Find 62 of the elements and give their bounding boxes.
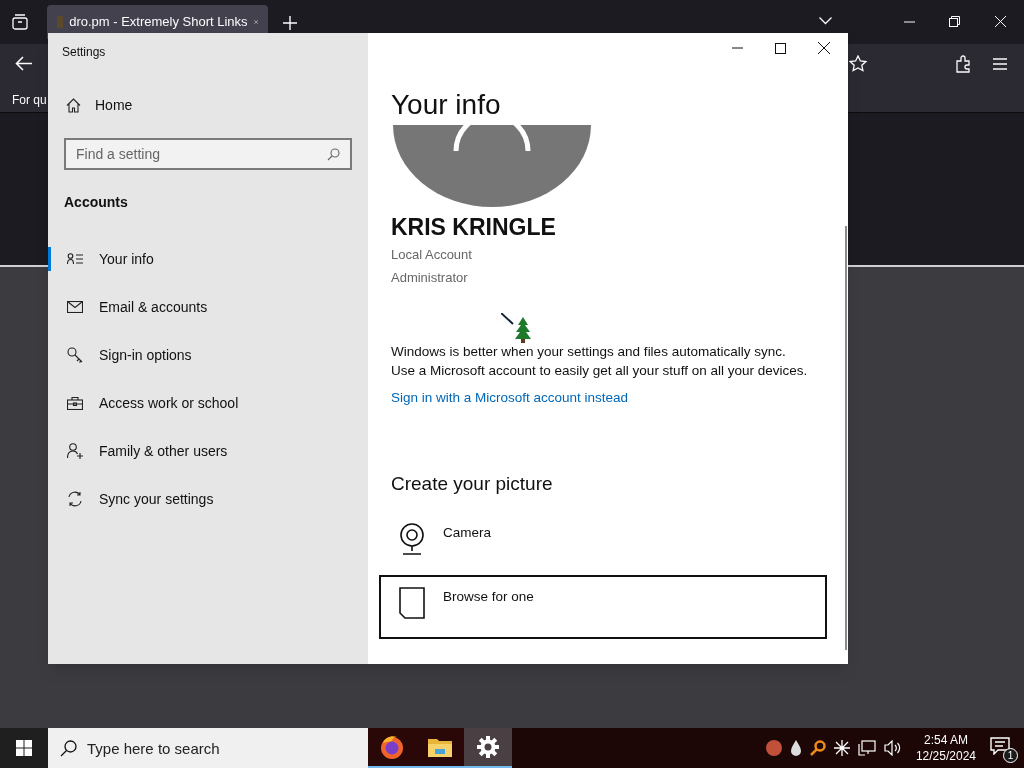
- key-icon: [67, 347, 83, 363]
- favicon-icon: [57, 16, 64, 28]
- tree-cursor-icon: [501, 313, 533, 343]
- file-icon: [399, 586, 425, 619]
- bookmark-link[interactable]: For qu: [12, 91, 47, 109]
- notification-count: 1: [1003, 748, 1018, 763]
- windows-logo-icon[interactable]: [16, 740, 32, 756]
- search-icon: [60, 740, 77, 757]
- taskbar-app[interactable]: [368, 728, 416, 768]
- home-nav-item[interactable]: Home: [66, 95, 368, 116]
- home-icon: [66, 98, 81, 113]
- picture-option[interactable]: Browse for one: [379, 574, 827, 639]
- webcam-icon: [397, 522, 427, 555]
- window-title: Settings: [62, 44, 107, 61]
- nav-item[interactable]: Email & accounts: [48, 295, 368, 319]
- menu-icon[interactable]: [993, 58, 1007, 70]
- section-heading: Create your picture: [391, 472, 554, 497]
- taskbar-app[interactable]: [416, 728, 464, 768]
- page-heading: Your info: [391, 88, 502, 122]
- sync-description: Windows is better when your settings and files automatically sync. Use a Microsoft account to easily get all your stuff on all your devices.: [391, 343, 809, 380]
- clock[interactable]: 2:54 AM 12/25/2024: [915, 732, 976, 764]
- sync-icon: [67, 491, 83, 507]
- puzzle-icon[interactable]: [956, 55, 972, 73]
- tray-app-icon[interactable]: [765, 740, 782, 756]
- add-user-icon: [67, 443, 83, 459]
- browser-fox-icon[interactable]: [379, 734, 405, 760]
- nav-item[interactable]: Sync your settings: [48, 487, 368, 511]
- nav-item[interactable]: Sign-in options: [48, 343, 368, 367]
- gear-icon[interactable]: [477, 736, 499, 758]
- speaker-icon[interactable]: [883, 740, 902, 756]
- network-icon[interactable]: [857, 740, 876, 756]
- account-type: Local Account: [391, 246, 473, 264]
- search-icon: [327, 148, 340, 161]
- contact-card-icon: [67, 253, 83, 265]
- folder-icon[interactable]: [428, 737, 452, 757]
- droplet-icon[interactable]: [789, 740, 802, 756]
- picture-option[interactable]: Camera: [379, 510, 827, 575]
- star-icon[interactable]: [849, 55, 867, 72]
- nav-item[interactable]: Family & other users: [48, 439, 368, 463]
- account-role: Administrator: [391, 268, 469, 287]
- restore-icon[interactable]: [949, 16, 960, 27]
- briefcase-icon: [67, 396, 83, 410]
- search-field[interactable]: Find a setting: [64, 138, 352, 170]
- nav-item[interactable]: Access work or school: [48, 391, 368, 415]
- chevron-down-icon[interactable]: [819, 17, 832, 25]
- taskbar-search-field[interactable]: Type here to search: [48, 728, 368, 768]
- tab-list-icon[interactable]: [12, 14, 28, 30]
- section-heading: Accounts: [64, 193, 129, 212]
- maximize-icon[interactable]: [775, 42, 786, 54]
- microsoft-account-link[interactable]: Sign in with a Microsoft account instead: [391, 388, 629, 409]
- taskbar-app[interactable]: [464, 728, 512, 768]
- asterisk-icon[interactable]: [833, 740, 850, 756]
- back-arrow-icon[interactable]: [15, 56, 32, 71]
- tab-title: dro.pm - Extremely Short Links: [69, 13, 248, 32]
- nav-item[interactable]: Your info: [48, 247, 368, 271]
- notification-icon[interactable]: [990, 737, 1010, 755]
- new-tab-icon[interactable]: [283, 16, 297, 30]
- magnifier-icon[interactable]: [809, 740, 826, 756]
- close-icon[interactable]: [818, 42, 830, 54]
- user-name: KRIS KRINGLE: [391, 213, 557, 241]
- scrollbar[interactable]: [845, 226, 847, 650]
- envelope-icon: [67, 301, 83, 313]
